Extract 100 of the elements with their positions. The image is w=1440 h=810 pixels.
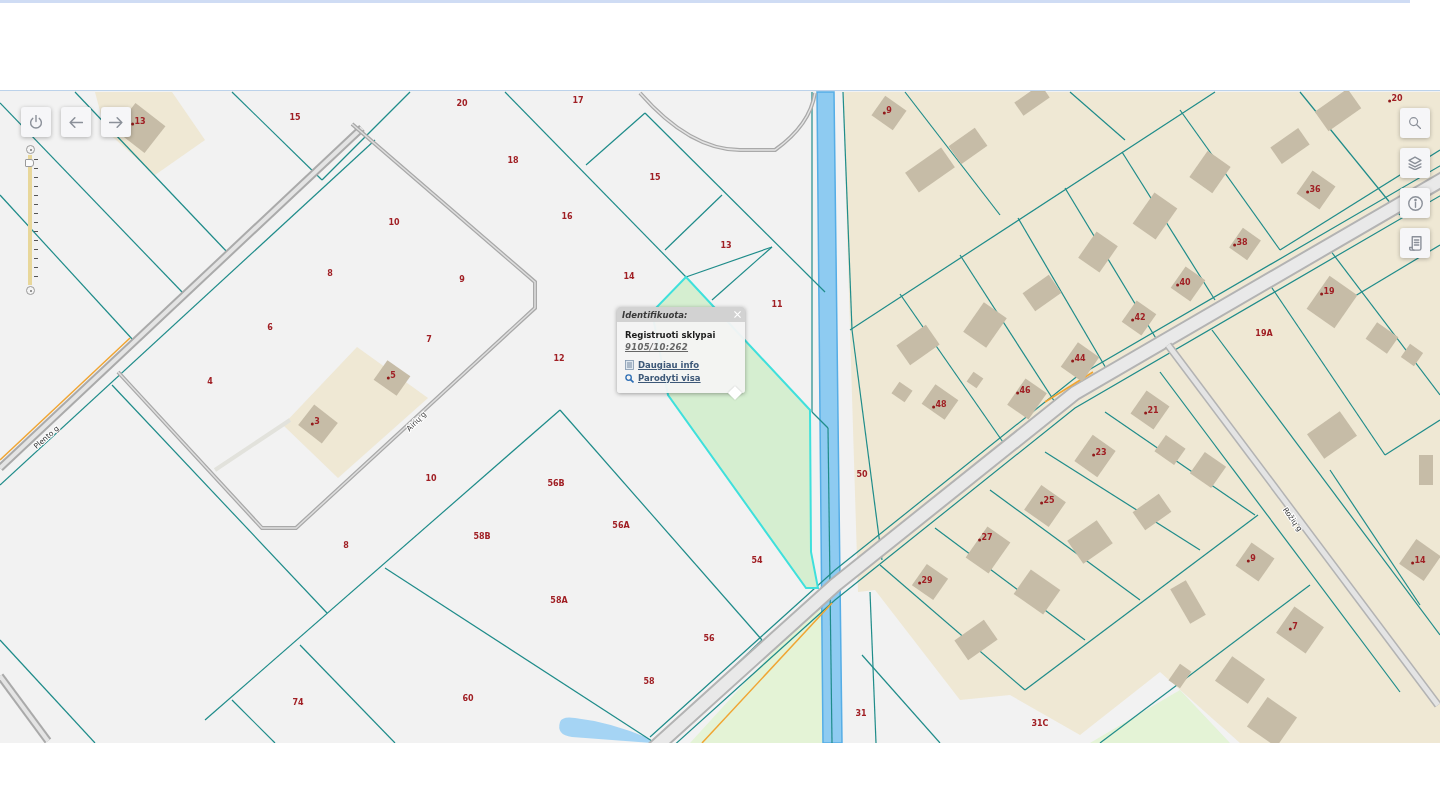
arrow-right-icon — [109, 116, 123, 128]
document-icon — [625, 360, 634, 370]
zoom-in-button[interactable] — [26, 145, 35, 154]
parcel-number: 18 — [507, 156, 519, 165]
address-point-icon — [1016, 391, 1020, 395]
address-point-icon — [918, 581, 922, 585]
parcel-number: 3 — [314, 417, 320, 426]
parcel-number: 19 — [1323, 287, 1335, 296]
popup-title: Identifikuota: — [622, 309, 688, 320]
address-point-icon — [1288, 627, 1292, 631]
address-point-icon — [1306, 190, 1310, 194]
parcel-number: 19A — [1255, 329, 1273, 338]
parcel-number: 13 — [134, 117, 146, 126]
address-point-icon — [310, 422, 314, 426]
power-button[interactable] — [21, 107, 51, 137]
parcel-number: 58 — [643, 677, 655, 686]
address-point-icon — [978, 538, 982, 542]
power-icon — [29, 115, 43, 129]
parcel-number: 58B — [473, 532, 491, 541]
info-button[interactable] — [1400, 188, 1430, 218]
parcel-number: 5 — [390, 371, 396, 380]
parcel-number: 50 — [856, 470, 868, 479]
zoom-slider[interactable] — [25, 155, 39, 285]
parcel-number: 27 — [981, 533, 993, 542]
parcel-number: 21 — [1147, 406, 1159, 415]
parcel-number: 44 — [1074, 354, 1086, 363]
parcel-number: 9 — [1250, 554, 1256, 563]
zoom-out-button[interactable] — [26, 286, 35, 295]
parcel-number: 56A — [612, 521, 630, 530]
address-point-icon — [932, 405, 936, 409]
back-button[interactable] — [61, 107, 91, 137]
parcel-number: 6 — [267, 323, 273, 332]
parcel-number: 7 — [426, 335, 432, 344]
parcel-number: 40 — [1179, 278, 1191, 287]
address-point-icon — [386, 376, 390, 380]
parcel-number: 20 — [1391, 94, 1403, 103]
popup-link[interactable]: Parodyti visa — [625, 372, 701, 384]
parcel-number: 31C — [1031, 719, 1049, 728]
parcel-number: 38 — [1236, 238, 1248, 247]
forward-button[interactable] — [101, 107, 131, 137]
close-button[interactable] — [734, 311, 741, 318]
road — [0, 673, 52, 743]
parcel-number: 8 — [327, 269, 333, 278]
parcel-number: 16 — [561, 212, 573, 221]
parcel-number: 8 — [343, 541, 349, 550]
arrow-left-icon — [69, 116, 83, 128]
address-point-icon — [1144, 411, 1148, 415]
address-point-icon — [1071, 359, 1075, 363]
slider-thumb[interactable] — [25, 158, 34, 167]
parcel-number: 17 — [572, 96, 584, 105]
address-point-icon — [882, 111, 886, 115]
info-icon — [1407, 195, 1423, 211]
building — [1419, 455, 1433, 485]
address-point-icon — [1131, 318, 1135, 322]
parcel-number: 56 — [703, 634, 715, 643]
layers-button[interactable] — [1400, 148, 1430, 178]
address-point-icon — [1246, 559, 1250, 563]
parcel-number: 9 — [459, 275, 465, 284]
parcel-number: 14 — [1414, 556, 1426, 565]
legend-button[interactable] — [1400, 228, 1430, 258]
building — [1400, 343, 1424, 367]
address-point-icon — [1388, 99, 1392, 103]
search-icon — [1409, 117, 1421, 129]
parcel-number: 11 — [771, 300, 783, 309]
parcel-number: 10 — [425, 474, 437, 483]
address-point-icon — [1092, 453, 1096, 457]
parcel-number: 60 — [462, 694, 474, 703]
parcel-number: 42 — [1134, 313, 1146, 322]
parcel-number: 25 — [1043, 496, 1055, 505]
parcel-number: 20 — [456, 99, 468, 108]
address-point-icon — [1411, 561, 1415, 565]
parcel-number: 14 — [623, 272, 635, 281]
parcel-number: 74 — [292, 698, 304, 707]
popup-link[interactable]: Daugiau info — [625, 359, 700, 371]
parcel-number: 7 — [1292, 622, 1298, 631]
parcel-number: 48 — [935, 400, 947, 409]
parcel-id-link[interactable]: 9105/10:262 — [625, 341, 689, 353]
address-point-icon — [1176, 283, 1180, 287]
layers-icon — [1408, 156, 1422, 170]
parcel-number: 56B — [547, 479, 565, 488]
parcel-number: 36 — [1309, 185, 1321, 194]
address-point-icon — [1233, 243, 1237, 247]
parcel-number: 9 — [886, 106, 892, 115]
parcel-number: 31 — [855, 709, 867, 718]
search-icon — [625, 373, 634, 383]
parcel-number: 10 — [388, 218, 400, 227]
address-point-icon — [1040, 501, 1044, 505]
parcel-number: 12 — [553, 354, 565, 363]
parcel-number: 58A — [550, 596, 568, 605]
search-button[interactable] — [1400, 108, 1430, 138]
address-point-icon — [131, 122, 135, 126]
parcel-number: 13 — [720, 241, 732, 250]
parcel-number: 46 — [1019, 386, 1031, 395]
parcel-number: 54 — [751, 556, 763, 565]
parcel-number: 4 — [207, 377, 213, 386]
close-icon — [734, 311, 741, 318]
parcel-number: 15 — [289, 113, 301, 122]
parcel-number: 29 — [921, 576, 933, 585]
layer-name: Registruoti sklypai — [625, 329, 716, 341]
parcel-number: 15 — [649, 173, 661, 182]
